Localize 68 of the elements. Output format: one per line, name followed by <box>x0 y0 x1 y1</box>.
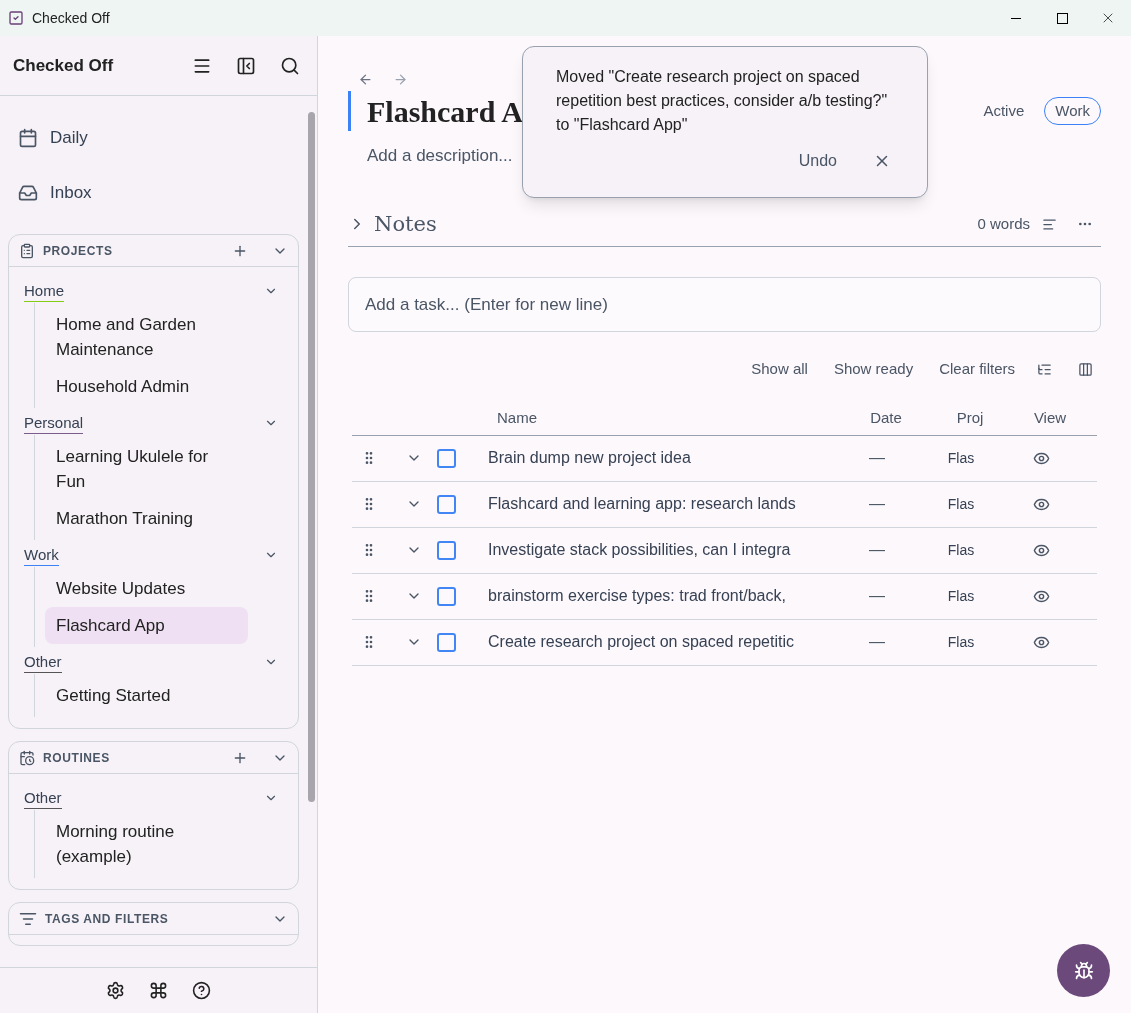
status-label: Active <box>983 100 1025 121</box>
settings-button[interactable] <box>106 981 125 1000</box>
task-date: — <box>868 494 886 514</box>
bug-icon[interactable] <box>1073 960 1094 981</box>
task-project: Flas <box>946 448 976 468</box>
task-checkbox[interactable] <box>437 540 456 560</box>
app-icon <box>8 10 24 26</box>
group-label[interactable]: Home <box>24 280 64 302</box>
task-checkbox[interactable] <box>437 632 456 652</box>
project-item[interactable]: Marathon Training <box>45 500 248 537</box>
column-header: View <box>1032 408 1068 429</box>
section-title: ROUTINES <box>43 749 110 767</box>
tree-view-icon[interactable] <box>1037 361 1052 377</box>
task-checkbox[interactable] <box>437 494 456 514</box>
section-title: TAGS AND FILTERS <box>45 910 169 928</box>
task-name[interactable]: Investigate stack possibilities, can I integra <box>488 538 838 562</box>
task-date: — <box>868 586 886 606</box>
group-label[interactable]: Personal <box>24 412 84 434</box>
app-name: Checked Off <box>13 54 114 77</box>
task-project: Flas <box>946 494 976 514</box>
scrollbar-thumb[interactable] <box>307 112 315 802</box>
task-name[interactable]: Brain dump new project idea <box>488 446 838 470</box>
task-project: Flas <box>946 632 976 652</box>
project-item[interactable]: Home and Garden Maintenance <box>45 306 248 368</box>
task-date: — <box>868 448 886 468</box>
window-title: Checked Off <box>32 9 110 28</box>
shortcuts-button[interactable] <box>149 981 168 1000</box>
task-name[interactable]: Flashcard and learning app: research lands <box>488 492 838 516</box>
column-header: Proj <box>955 408 985 429</box>
project-item[interactable]: Getting Started <box>45 677 248 714</box>
clipboard-icon <box>19 242 35 259</box>
task-date: — <box>868 632 886 652</box>
nav-item[interactable]: Daily <box>8 110 299 165</box>
task-project: Flas <box>946 586 976 606</box>
column-header: Date <box>869 408 903 429</box>
columns-icon[interactable] <box>1078 361 1093 377</box>
toast-message: Moved "Create research project on spaced repetition best practices, consider a/b testing?" to "Flashcard App" <box>556 67 889 135</box>
group-label[interactable]: Other <box>24 787 62 809</box>
task-project: Flas <box>946 540 976 560</box>
back-icon[interactable] <box>358 72 373 87</box>
bug-report-button[interactable] <box>1057 944 1110 997</box>
task-date: — <box>868 540 886 560</box>
section-title: PROJECTS <box>43 242 113 260</box>
word-count: 0 words <box>977 214 1030 234</box>
task-name[interactable]: brainstorm exercise types: trad front/back, <box>488 584 838 608</box>
filter-button[interactable]: Show ready <box>833 358 914 381</box>
group-label[interactable]: Work <box>24 544 59 566</box>
project-item[interactable]: Household Admin <box>45 368 248 405</box>
filter-button[interactable]: Clear filters <box>939 358 1015 381</box>
outline-icon[interactable] <box>1042 216 1057 232</box>
project-item[interactable]: Morning routine (example) <box>45 813 248 875</box>
task-name[interactable]: Create research project on spaced repetitic <box>488 630 838 654</box>
project-title: Flashcard A <box>367 93 523 130</box>
undo-button[interactable]: Undo <box>798 149 837 173</box>
project-item[interactable]: Learning Ukulele for Fun <box>45 438 248 500</box>
filter-button[interactable]: Show all <box>751 358 808 381</box>
project-item[interactable]: Website Updates <box>45 570 248 607</box>
column-header: Name <box>497 408 538 429</box>
calendar-icon <box>18 127 38 148</box>
task-checkbox[interactable] <box>437 448 456 468</box>
notes-title: Notes <box>374 210 437 238</box>
task-input[interactable]: Add a task... (Enter for new line) <box>348 277 1101 332</box>
project-item[interactable]: Flashcard App <box>45 607 248 644</box>
nav-item[interactable]: Inbox <box>8 165 299 220</box>
task-checkbox[interactable] <box>437 586 456 606</box>
group-label[interactable]: Other <box>24 651 62 673</box>
help-button[interactable] <box>192 981 211 1000</box>
calendar-clock-icon <box>19 749 35 766</box>
